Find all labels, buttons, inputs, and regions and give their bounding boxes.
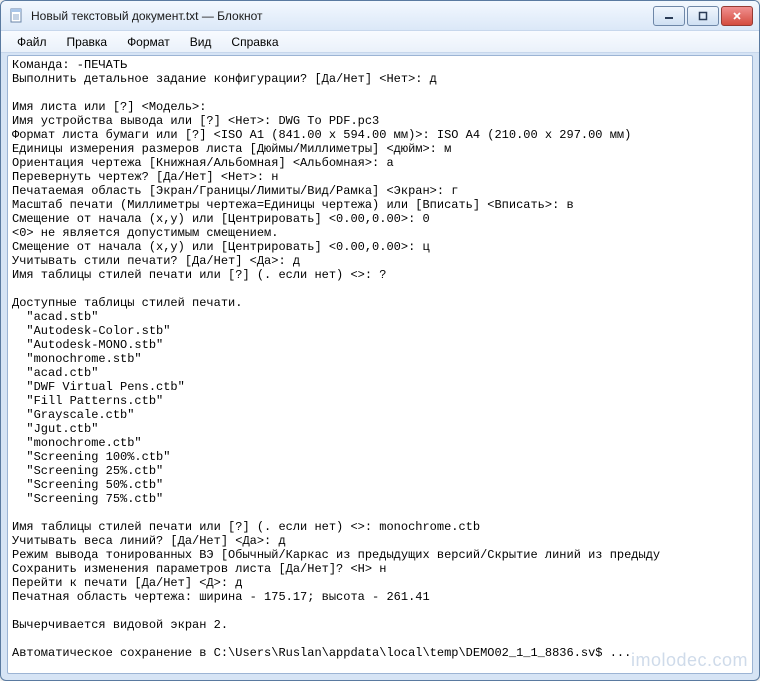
text-area[interactable]: Команда: -ПЕЧАТЬ Выполнить детальное зад… (8, 56, 752, 673)
window-controls (651, 6, 753, 26)
menubar: Файл Правка Формат Вид Справка (1, 31, 759, 53)
menu-file[interactable]: Файл (7, 33, 57, 51)
maximize-button[interactable] (687, 6, 719, 26)
minimize-button[interactable] (653, 6, 685, 26)
client-area: Команда: -ПЕЧАТЬ Выполнить детальное зад… (7, 55, 753, 674)
window-title: Новый текстовый документ.txt — Блокнот (31, 9, 651, 23)
notepad-icon (9, 8, 25, 24)
menu-view[interactable]: Вид (180, 33, 222, 51)
titlebar[interactable]: Новый текстовый документ.txt — Блокнот (1, 1, 759, 31)
menu-help[interactable]: Справка (221, 33, 288, 51)
menu-format[interactable]: Формат (117, 33, 180, 51)
menu-edit[interactable]: Правка (57, 33, 118, 51)
close-button[interactable] (721, 6, 753, 26)
notepad-window: Новый текстовый документ.txt — Блокнот Ф… (0, 0, 760, 681)
